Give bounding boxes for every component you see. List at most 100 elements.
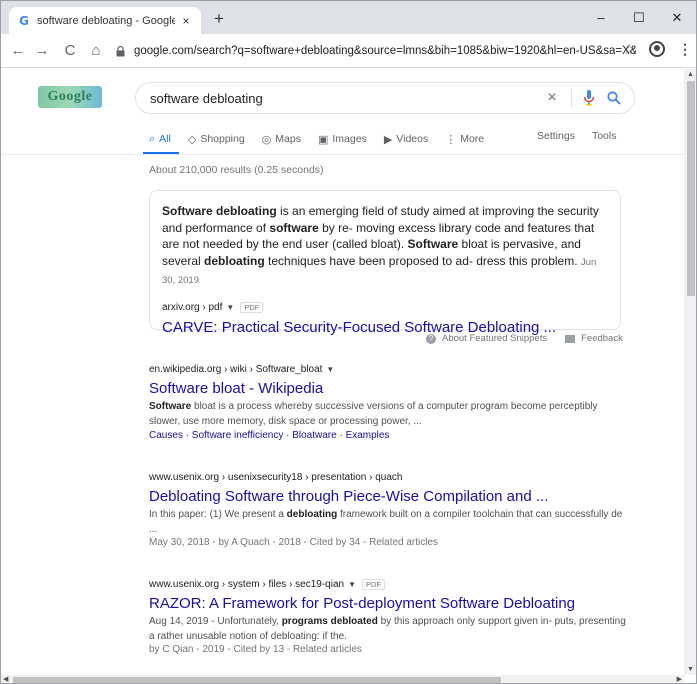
snippet-bold: Software: [407, 237, 459, 251]
result-cite: www.usenix.org › usenixsecurity18 › pres…: [149, 472, 629, 483]
chevron-down-icon[interactable]: ▼: [226, 303, 234, 312]
snippet-source-url: arxiv.org › pdf: [162, 301, 223, 313]
scroll-right-arrow-icon[interactable]: ▶: [677, 675, 682, 683]
video-play-icon: ▶: [383, 133, 393, 146]
window-controls: – ☐ ✕: [582, 1, 696, 34]
google-logo[interactable]: Google: [38, 86, 102, 108]
search-result: en.wikipedia.org › wiki › Software_bloat…: [149, 364, 629, 441]
featured-snippet-footer: ? About Featured Snippets Feedback: [426, 333, 623, 344]
result-description: Software bloat is a process whereby succ…: [149, 400, 629, 429]
result-desc-bold: Software: [149, 401, 192, 412]
result-desc-text: Aug 14, 2019 - Unfortunately,: [149, 616, 282, 627]
search-divider: [571, 88, 572, 108]
search-icon: ⌕: [149, 132, 156, 145]
scroll-left-arrow-icon[interactable]: ◀: [3, 675, 8, 683]
result-cite: www.usenix.org › system › files › sec19-…: [149, 579, 629, 590]
result-cite: en.wikipedia.org › wiki › Software_bloat…: [149, 364, 629, 375]
pdf-badge: PDF: [362, 579, 385, 590]
feedback-icon: [565, 334, 576, 343]
clear-search-icon[interactable]: ×: [539, 89, 565, 107]
tab-label: More: [460, 133, 485, 145]
settings-link[interactable]: Settings: [537, 130, 575, 142]
tab-strip: G software debloating - Google Se × + – …: [1, 1, 696, 34]
chevron-down-icon[interactable]: ▼: [326, 365, 334, 374]
feedback-link[interactable]: Feedback: [581, 333, 623, 344]
snippet-bold: debloating: [204, 253, 265, 268]
result-desc-bold: debloating: [286, 509, 338, 520]
tab-label: Images: [332, 133, 367, 145]
tab-more[interactable]: ⋮ More: [445, 130, 484, 148]
chevron-down-icon[interactable]: ▼: [348, 580, 356, 589]
search-tools: Settings Tools: [537, 130, 633, 142]
result-title-link[interactable]: Software bloat - Wikipedia: [149, 380, 629, 397]
tab-title: software debloating - Google Se: [37, 14, 175, 27]
microphone-icon[interactable]: [578, 90, 600, 106]
help-icon: ?: [426, 333, 436, 344]
about-featured-snippets-link[interactable]: About Featured Snippets: [442, 333, 547, 344]
tabs-divider: [1, 154, 684, 155]
result-url: www.usenix.org › usenixsecurity18 › pres…: [149, 472, 403, 483]
snippet-bold: software: [269, 220, 319, 235]
search-tabs: ⌕ All ◇ Shopping ◎ Maps ▣ Images ▶ Video…: [149, 130, 501, 148]
bookmark-star-icon[interactable]: ☆: [623, 41, 636, 58]
result-stats: About 210,000 results (0.25 seconds): [149, 164, 324, 176]
shopping-tag-icon: ◇: [187, 133, 197, 146]
address-bar[interactable]: google.com/search?q=software+debloating&…: [116, 39, 636, 63]
search-box[interactable]: software debloating ×: [135, 82, 635, 114]
tab-videos[interactable]: ▶ Videos: [384, 130, 428, 148]
tab-shopping[interactable]: ◇ Shopping: [188, 130, 245, 148]
scroll-up-arrow-icon[interactable]: ▲: [687, 71, 694, 78]
map-pin-icon: ◎: [261, 133, 272, 146]
snippet-part: techniques have been proposed to ad- dre…: [264, 253, 578, 268]
lock-icon: [116, 45, 128, 57]
tab-close-icon[interactable]: ×: [179, 14, 193, 28]
maximize-button[interactable]: ☐: [620, 1, 658, 34]
tab-label: Videos: [396, 133, 429, 145]
image-icon: ▣: [317, 133, 329, 146]
scroll-down-arrow-icon[interactable]: ▼: [687, 666, 694, 673]
tools-link[interactable]: Tools: [592, 130, 617, 142]
tab-images[interactable]: ▣ Images: [318, 130, 367, 148]
close-window-button[interactable]: ✕: [658, 1, 696, 34]
search-result: www.usenix.org › system › files › sec19-…: [149, 579, 629, 655]
result-description: Aug 14, 2019 - Unfortunately, programs d…: [149, 615, 629, 644]
profile-icon[interactable]: [649, 41, 665, 57]
result-sitelinks[interactable]: Causes · Software inefficiency · Bloatwa…: [149, 430, 629, 441]
snippet-source: arxiv.org › pdf ▼ PDF: [162, 301, 608, 313]
result-desc-bold: programs debloated: [281, 616, 378, 627]
search-result: www.usenix.org › usenixsecurity18 › pres…: [149, 472, 629, 548]
tab-label: All: [159, 133, 171, 145]
back-button[interactable]: ←: [7, 38, 29, 64]
snippet-text: Software debloating is an emerging field…: [162, 203, 608, 290]
tab-label: Maps: [275, 133, 301, 145]
tab-all[interactable]: ⌕ All: [149, 130, 171, 148]
browser-menu-icon[interactable]: ⋮: [678, 41, 692, 58]
browser-window: G software debloating - Google Se × + – …: [0, 0, 697, 684]
tab-label: Shopping: [200, 133, 245, 145]
vertical-scrollbar[interactable]: ▲ ▼: [684, 69, 696, 675]
horizontal-scrollbar[interactable]: ◀ ▶: [1, 675, 684, 683]
result-description: In this paper: (1) We present a debloati…: [149, 508, 629, 537]
new-tab-button[interactable]: +: [209, 9, 229, 29]
result-title-link[interactable]: Debloating Software through Piece-Wise C…: [149, 488, 629, 505]
minimize-button[interactable]: –: [582, 1, 620, 34]
vertical-scroll-thumb[interactable]: [687, 81, 695, 296]
browser-tab[interactable]: G software debloating - Google Se ×: [9, 7, 201, 34]
reload-button[interactable]: C: [59, 38, 81, 64]
result-meta: by C Qian - 2019 - Cited by 13 - Related…: [149, 644, 362, 655]
forward-button[interactable]: →: [31, 38, 53, 64]
search-input[interactable]: software debloating: [150, 91, 539, 106]
tab-maps[interactable]: ◎ Maps: [262, 130, 301, 148]
more-dots-icon: ⋮: [445, 133, 457, 146]
result-url: www.usenix.org › system › files › sec19-…: [149, 579, 345, 590]
result-title-link[interactable]: RAZOR: A Framework for Post-deployment S…: [149, 595, 629, 612]
search-button-icon[interactable]: [600, 91, 628, 105]
featured-snippet: Software debloating is an emerging field…: [149, 190, 621, 336]
result-meta: May 30, 2018 - by A Quach - 2018 - Cited…: [149, 537, 439, 548]
pdf-badge: PDF: [240, 301, 264, 313]
snippet-bold: Software debloating: [162, 204, 277, 218]
horizontal-scroll-thumb[interactable]: [13, 677, 501, 683]
home-button[interactable]: ⌂: [85, 38, 107, 64]
search-results-page: Google software debloating × ⌕ All ◇ Sho…: [1, 69, 684, 675]
result-desc-text: bloat is a process whereby successive ve…: [149, 401, 598, 427]
